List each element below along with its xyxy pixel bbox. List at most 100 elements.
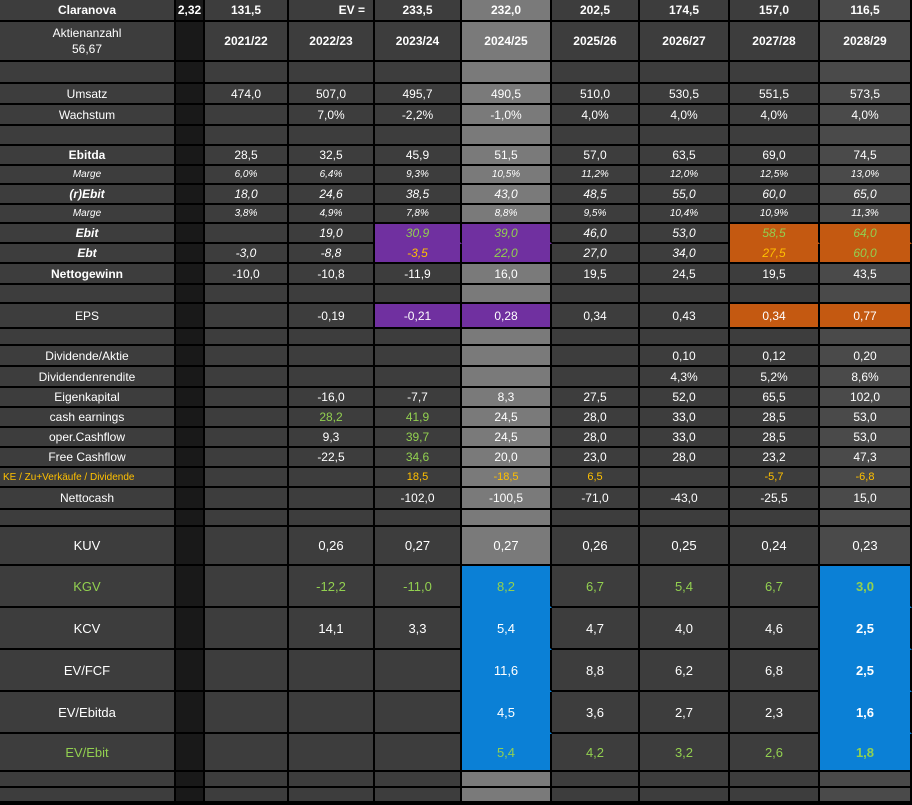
- cell-ev-ebit-2028-29[interactable]: 1,8: [820, 734, 912, 772]
- cell-kgv-2021-22[interactable]: [205, 566, 289, 608]
- cell-spacer-1-2027-28[interactable]: [730, 62, 820, 84]
- cell-kcv-2022-23[interactable]: 14,1: [289, 608, 375, 650]
- cell-ebit-price-col[interactable]: [176, 224, 205, 244]
- cell-umsatz-2025-26[interactable]: 510,0: [552, 84, 640, 105]
- cell-spacer-5-2021-22[interactable]: [205, 510, 289, 527]
- cell-spacer-2-2027-28[interactable]: [730, 126, 820, 146]
- cell-spacer-1-2024-25[interactable]: [462, 62, 552, 84]
- cell-kgv-2026-27[interactable]: 5,4: [640, 566, 730, 608]
- cell-spacer-4-price-col[interactable]: [176, 329, 205, 346]
- cell-kuv-2024-25[interactable]: 0,27: [462, 527, 552, 566]
- cell-kgv-2023-24[interactable]: -11,0: [375, 566, 462, 608]
- cell-spacer-6-2021-22[interactable]: [205, 772, 289, 788]
- cell-ev-ebitda-2025-26[interactable]: 3,6: [552, 692, 640, 734]
- cell-ebit-2028-29[interactable]: 64,0: [820, 224, 912, 244]
- cell-dividende-aktie-price-col[interactable]: [176, 346, 205, 367]
- cell-ebitda-2021-22[interactable]: 28,5: [205, 146, 289, 166]
- cell-dividendenrendite-2025-26[interactable]: [552, 367, 640, 388]
- cell-ke-zu-verkaeufe-dividende-2028-29[interactable]: -6,8: [820, 468, 912, 488]
- cell-spacer-6-price-col[interactable]: [176, 772, 205, 788]
- cell-spacer-4-2028-29[interactable]: [820, 329, 912, 346]
- cell-ebitda-label[interactable]: Ebitda: [0, 146, 176, 166]
- cell-rebit-marge-label[interactable]: Marge: [0, 205, 176, 224]
- cell-cash-earnings-2027-28[interactable]: 28,5: [730, 408, 820, 428]
- cell-ebitda-marge-price-col[interactable]: [176, 166, 205, 185]
- cell-free-cashflow-2023-24[interactable]: 34,6: [375, 448, 462, 468]
- cell-kuv-2027-28[interactable]: 0,24: [730, 527, 820, 566]
- cell-spacer-4-2026-27[interactable]: [640, 329, 730, 346]
- cell-rebit-price-col[interactable]: [176, 185, 205, 205]
- cell-wachstum-2024-25[interactable]: -1,0%: [462, 105, 552, 126]
- cell-ev-ebitda-price-col[interactable]: [176, 692, 205, 734]
- cell-ev-ebit-2027-28[interactable]: 2,6: [730, 734, 820, 772]
- cell-ke-zu-verkaeufe-dividende-2024-25[interactable]: -18,5: [462, 468, 552, 488]
- cell-ebitda-2022-23[interactable]: 32,5: [289, 146, 375, 166]
- cell-ev-ebitda-2022-23[interactable]: [289, 692, 375, 734]
- cell-ke-zu-verkaeufe-dividende-2027-28[interactable]: -5,7: [730, 468, 820, 488]
- cell-kgv-2024-25[interactable]: 8,2: [462, 566, 552, 608]
- cell-ke-zu-verkaeufe-dividende-2026-27[interactable]: [640, 468, 730, 488]
- cell-ebitda-marge-2027-28[interactable]: 12,5%: [730, 166, 820, 185]
- cell-header-price-col[interactable]: 2,32: [176, 0, 205, 22]
- cell-spacer-5-2022-23[interactable]: [289, 510, 375, 527]
- cell-nettocash-2022-23[interactable]: [289, 488, 375, 510]
- cell-cash-earnings-2023-24[interactable]: 41,9: [375, 408, 462, 428]
- cell-ebit-2025-26[interactable]: 46,0: [552, 224, 640, 244]
- cell-oper-cashflow-2026-27[interactable]: 33,0: [640, 428, 730, 448]
- cell-dividendenrendite-2024-25[interactable]: [462, 367, 552, 388]
- cell-spacer-7-2022-23[interactable]: [289, 788, 375, 803]
- cell-rebit-marge-2028-29[interactable]: 11,3%: [820, 205, 912, 224]
- cell-ebitda-marge-2024-25[interactable]: 10,5%: [462, 166, 552, 185]
- cell-spacer-7-2027-28[interactable]: [730, 788, 820, 803]
- cell-spacer-4-2024-25[interactable]: [462, 329, 552, 346]
- cell-kcv-price-col[interactable]: [176, 608, 205, 650]
- cell-umsatz-2028-29[interactable]: 573,5: [820, 84, 912, 105]
- cell-ev-fcf-2023-24[interactable]: [375, 650, 462, 692]
- cell-spacer-2-2024-25[interactable]: [462, 126, 552, 146]
- cell-dividendenrendite-label[interactable]: Dividendenrendite: [0, 367, 176, 388]
- cell-spacer-4-2025-26[interactable]: [552, 329, 640, 346]
- cell-nettogewinn-2021-22[interactable]: -10,0: [205, 264, 289, 285]
- cell-eigenkapital-price-col[interactable]: [176, 388, 205, 408]
- cell-ebitda-marge-2028-29[interactable]: 13,0%: [820, 166, 912, 185]
- cell-eigenkapital-2025-26[interactable]: 27,5: [552, 388, 640, 408]
- cell-free-cashflow-label[interactable]: Free Cashflow: [0, 448, 176, 468]
- cell-header-2027-28[interactable]: 157,0: [730, 0, 820, 22]
- cell-ev-fcf-2021-22[interactable]: [205, 650, 289, 692]
- cell-kcv-2027-28[interactable]: 4,6: [730, 608, 820, 650]
- cell-kuv-2026-27[interactable]: 0,25: [640, 527, 730, 566]
- cell-cash-earnings-2025-26[interactable]: 28,0: [552, 408, 640, 428]
- cell-ebitda-2025-26[interactable]: 57,0: [552, 146, 640, 166]
- cell-spacer-1-price-col[interactable]: [176, 62, 205, 84]
- cell-kcv-label[interactable]: KCV: [0, 608, 176, 650]
- cell-spacer-4-2021-22[interactable]: [205, 329, 289, 346]
- cell-spacer-6-2024-25[interactable]: [462, 772, 552, 788]
- cell-spacer-7-2025-26[interactable]: [552, 788, 640, 803]
- cell-ebitda-2027-28[interactable]: 69,0: [730, 146, 820, 166]
- cell-free-cashflow-2025-26[interactable]: 23,0: [552, 448, 640, 468]
- cell-umsatz-2027-28[interactable]: 551,5: [730, 84, 820, 105]
- cell-header-2026-27[interactable]: 174,5: [640, 0, 730, 22]
- cell-kgv-2025-26[interactable]: 6,7: [552, 566, 640, 608]
- cell-spacer-3-2025-26[interactable]: [552, 285, 640, 304]
- cell-eps-label[interactable]: EPS: [0, 304, 176, 329]
- cell-kuv-2028-29[interactable]: 0,23: [820, 527, 912, 566]
- cell-header-label[interactable]: Claranova: [0, 0, 176, 22]
- cell-spacer-2-2021-22[interactable]: [205, 126, 289, 146]
- cell-ev-fcf-2026-27[interactable]: 6,2: [640, 650, 730, 692]
- cell-nettocash-2026-27[interactable]: -43,0: [640, 488, 730, 510]
- cell-spacer-4-2022-23[interactable]: [289, 329, 375, 346]
- cell-cash-earnings-2022-23[interactable]: 28,2: [289, 408, 375, 428]
- cell-spacer-2-2022-23[interactable]: [289, 126, 375, 146]
- cell-ev-fcf-price-col[interactable]: [176, 650, 205, 692]
- cell-free-cashflow-2026-27[interactable]: 28,0: [640, 448, 730, 468]
- cell-free-cashflow-2022-23[interactable]: -22,5: [289, 448, 375, 468]
- cell-spacer-1-2028-29[interactable]: [820, 62, 912, 84]
- cell-free-cashflow-price-col[interactable]: [176, 448, 205, 468]
- cell-spacer-3-label[interactable]: [0, 285, 176, 304]
- cell-share-count-2026-27[interactable]: 2026/27: [640, 22, 730, 62]
- cell-wachstum-2028-29[interactable]: 4,0%: [820, 105, 912, 126]
- cell-ev-ebitda-2027-28[interactable]: 2,3: [730, 692, 820, 734]
- cell-rebit-2026-27[interactable]: 55,0: [640, 185, 730, 205]
- cell-wachstum-2025-26[interactable]: 4,0%: [552, 105, 640, 126]
